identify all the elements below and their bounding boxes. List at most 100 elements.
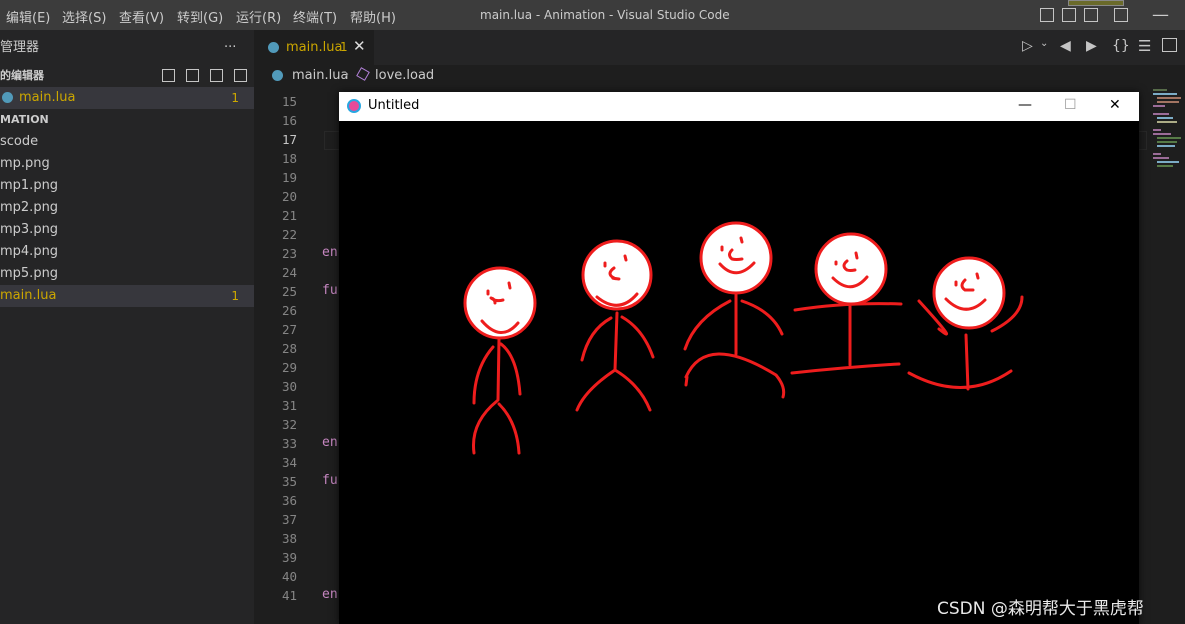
love-close-button[interactable]: ✕ bbox=[1109, 97, 1121, 113]
tab-bar: main.lua 1 ✕ ▷ ⌄ ◀ ▶ {} ☰ bbox=[254, 30, 1185, 65]
menu-terminal[interactable]: 终端(T) bbox=[293, 7, 337, 26]
vscode-window: 编辑(E) 选择(S) 查看(V) 转到(G) 运行(R) 终端(T) 帮助(H… bbox=[0, 0, 1185, 624]
file-tree-item[interactable]: mp2.png bbox=[0, 197, 254, 219]
tab-label: main.lua bbox=[286, 40, 343, 55]
window-title: main.lua - Animation - Visual Studio Cod… bbox=[480, 8, 730, 22]
line-number: 37 bbox=[281, 512, 297, 527]
file-tree-item[interactable]: mp3.png bbox=[0, 219, 254, 241]
terminal-icon[interactable] bbox=[1162, 38, 1177, 52]
file-tree-item-label: scode bbox=[0, 134, 39, 149]
file-tree-item-label: main.lua bbox=[0, 288, 57, 303]
line-number: 41 bbox=[281, 588, 297, 603]
file-tree-item-label: mp.png bbox=[0, 156, 50, 171]
tab-main-lua[interactable]: main.lua 1 ✕ bbox=[254, 30, 374, 65]
breadcrumb-separator-icon: › bbox=[344, 67, 350, 82]
line-number: 24 bbox=[281, 265, 297, 280]
file-tree-item-label: mp4.png bbox=[0, 244, 59, 259]
window-minimize-button[interactable]: — bbox=[1152, 5, 1169, 25]
customize-layout-icon[interactable] bbox=[1114, 8, 1128, 22]
method-symbol-icon bbox=[356, 67, 370, 81]
title-bar: 编辑(E) 选择(S) 查看(V) 转到(G) 运行(R) 终端(T) 帮助(H… bbox=[0, 0, 1185, 30]
toggle-panel-icon[interactable] bbox=[1062, 8, 1076, 22]
line-number: 18 bbox=[281, 151, 297, 166]
file-tree-item[interactable]: mp4.png bbox=[0, 241, 254, 263]
new-folder-icon[interactable] bbox=[186, 69, 199, 82]
breadcrumb-symbol[interactable]: love.load bbox=[375, 68, 434, 83]
line-number: 23 bbox=[281, 246, 297, 261]
toggle-sidebar-icon[interactable] bbox=[1040, 8, 1054, 22]
line-number: 22 bbox=[281, 227, 297, 242]
game-canvas[interactable] bbox=[339, 121, 1139, 624]
open-editor-label: main.lua bbox=[19, 90, 76, 105]
project-folder-header[interactable]: MATION bbox=[0, 109, 254, 131]
stick-figure-squatting bbox=[683, 221, 786, 399]
menu-help[interactable]: 帮助(H) bbox=[350, 7, 396, 26]
run-icon[interactable]: ▷ bbox=[1022, 38, 1033, 54]
navigate-forward-icon[interactable]: ▶ bbox=[1086, 38, 1097, 54]
watermark-text: CSDN @森明帮大于黑虎帮 bbox=[937, 599, 1144, 619]
problem-count-badge: 1 bbox=[231, 91, 239, 105]
indicator-badge bbox=[1068, 0, 1124, 6]
file-tree-item[interactable]: mp.png bbox=[0, 153, 254, 175]
line-number: 32 bbox=[281, 417, 297, 432]
line-number: 34 bbox=[281, 455, 297, 470]
love-heart-icon bbox=[347, 99, 361, 113]
love-game-window[interactable]: Untitled — ☐ ✕ bbox=[339, 92, 1139, 624]
love-maximize-button[interactable]: ☐ bbox=[1064, 97, 1077, 113]
save-all-icon[interactable] bbox=[210, 69, 223, 82]
love-minimize-button[interactable]: — bbox=[1018, 97, 1032, 113]
file-tree-item-label: mp1.png bbox=[0, 178, 59, 193]
line-number: 16 bbox=[281, 113, 297, 128]
menu-selection[interactable]: 选择(S) bbox=[62, 7, 106, 26]
new-file-icon[interactable] bbox=[162, 69, 175, 82]
line-number: 21 bbox=[281, 208, 297, 223]
tab-close-button[interactable]: ✕ bbox=[353, 37, 366, 55]
line-number: 29 bbox=[281, 360, 297, 375]
braces-icon[interactable]: {} bbox=[1112, 38, 1130, 54]
list-icon[interactable]: ☰ bbox=[1138, 37, 1151, 55]
menu-edit[interactable]: 编辑(E) bbox=[6, 7, 50, 26]
line-number: 25 bbox=[281, 284, 297, 299]
line-number: 17 bbox=[281, 132, 297, 147]
line-number: 35 bbox=[281, 474, 297, 489]
minimap[interactable] bbox=[1147, 87, 1185, 624]
stick-figure-arms-out bbox=[790, 232, 903, 375]
love-window-titlebar[interactable]: Untitled — ☐ ✕ bbox=[339, 92, 1139, 121]
line-number: 31 bbox=[281, 398, 297, 413]
explorer-sidebar: 管理器 ··· 的编辑器 main.lua 1 MATION scode mp.p… bbox=[0, 30, 254, 624]
minimap-code-preview bbox=[1153, 89, 1181, 167]
stick-figure-arms-up bbox=[907, 256, 1024, 391]
line-number: 30 bbox=[281, 379, 297, 394]
code-keyword: fu bbox=[322, 473, 338, 488]
file-tree-item[interactable]: mp5.png bbox=[0, 263, 254, 285]
code-keyword: en bbox=[322, 245, 338, 260]
line-number: 36 bbox=[281, 493, 297, 508]
breadcrumb-file[interactable]: main.lua bbox=[292, 68, 348, 83]
tab-problem-count: 1 bbox=[340, 40, 348, 54]
line-number: 19 bbox=[281, 170, 297, 185]
breadcrumb: main.lua › love.load bbox=[254, 65, 1185, 87]
navigate-back-icon[interactable]: ◀ bbox=[1060, 38, 1071, 54]
line-number: 33 bbox=[281, 436, 297, 451]
file-tree-item[interactable]: mp1.png bbox=[0, 175, 254, 197]
more-actions-icon[interactable]: ··· bbox=[224, 37, 236, 59]
explorer-title: 管理器 bbox=[0, 40, 40, 55]
menu-run[interactable]: 运行(R) bbox=[236, 7, 281, 26]
open-editor-item[interactable]: main.lua 1 bbox=[0, 87, 254, 109]
file-tree-item-label: mp5.png bbox=[0, 266, 59, 281]
line-number: 38 bbox=[281, 531, 297, 546]
project-title: MATION bbox=[0, 113, 49, 126]
close-all-icon[interactable] bbox=[234, 69, 247, 82]
menu-go[interactable]: 转到(G) bbox=[177, 7, 223, 26]
line-number: 40 bbox=[281, 569, 297, 584]
file-tree-item[interactable]: scode bbox=[0, 131, 254, 153]
toggle-secondary-sidebar-icon[interactable] bbox=[1084, 8, 1098, 22]
line-number: 20 bbox=[281, 189, 297, 204]
explorer-header: 管理器 ··· bbox=[0, 37, 254, 59]
menu-view[interactable]: 查看(V) bbox=[119, 7, 164, 26]
lua-file-icon bbox=[2, 92, 13, 103]
file-tree-item[interactable]: main.lua 1 bbox=[0, 285, 254, 307]
open-editors-header[interactable]: 的编辑器 bbox=[0, 65, 254, 87]
run-dropdown-icon[interactable]: ⌄ bbox=[1040, 38, 1048, 49]
love-window-title: Untitled bbox=[368, 98, 420, 113]
